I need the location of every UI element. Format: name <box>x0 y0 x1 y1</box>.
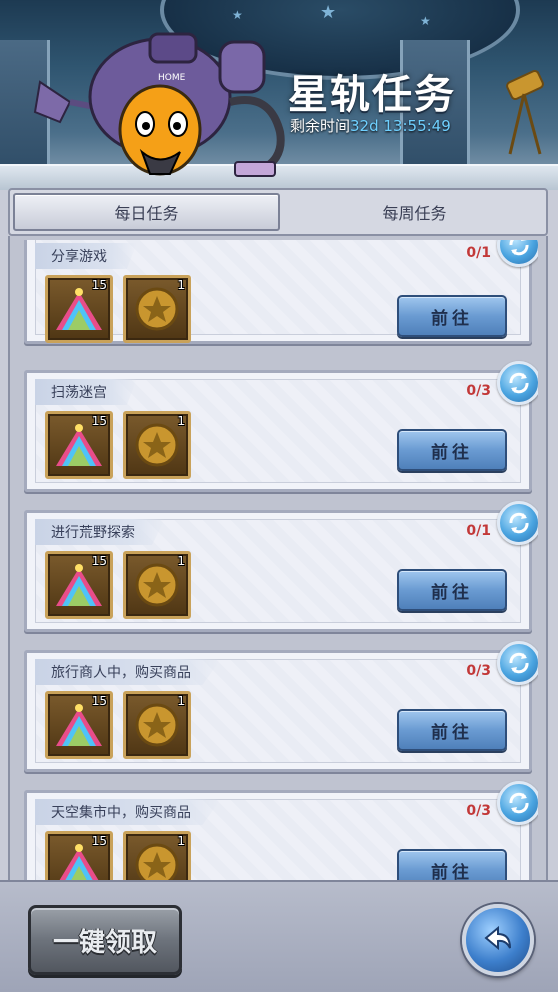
go-button[interactable]: 前往 <box>397 849 507 880</box>
event-header-banner: ★ ★ ★ HOME 星轨任务 剩余时间32d 13:55:49 <box>0 0 558 190</box>
reward-slot[interactable]: 15 <box>45 831 113 880</box>
timer-value: 32d 13:55:49 <box>350 117 451 135</box>
back-arrow-icon <box>484 925 511 951</box>
reward-slot[interactable]: 15 <box>45 275 113 343</box>
reward-count: 15 <box>91 414 107 428</box>
task-progress: 0/3 <box>466 803 491 819</box>
refresh-task-button[interactable] <box>497 501 538 545</box>
claim-all-button[interactable]: 一键领取 <box>28 905 182 975</box>
go-button[interactable]: 前往 <box>397 709 507 751</box>
reward-slot[interactable]: 1 <box>123 831 191 880</box>
telescope-icon <box>506 69 544 155</box>
refresh-task-button[interactable] <box>497 361 538 405</box>
reward-slot[interactable]: 15 <box>45 411 113 479</box>
task-name: 天空集市中，购买商品 <box>35 799 221 825</box>
reward-count: 15 <box>91 834 107 848</box>
reward-slot[interactable]: 15 <box>45 551 113 619</box>
star-icon: ★ <box>420 14 431 28</box>
task-name: 分享游戏 <box>35 243 137 269</box>
task-card: 分享游戏 0/1 15 1 前往 <box>24 240 538 344</box>
star-icon: ★ <box>232 8 243 22</box>
task-name: 扫荡迷宫 <box>35 379 137 405</box>
task-progress: 0/1 <box>466 523 491 539</box>
task-list[interactable]: 分享游戏 0/1 15 1 前往 扫荡迷宫 0/3 15 1 前往 进行荒野探索… <box>22 240 538 880</box>
task-progress: 0/1 <box>466 245 491 261</box>
go-button[interactable]: 前往 <box>397 429 507 471</box>
reward-count: 15 <box>91 278 107 292</box>
refresh-icon <box>509 372 529 394</box>
task-name: 进行荒野探索 <box>35 519 165 545</box>
back-button[interactable] <box>462 904 534 976</box>
reward-count: 1 <box>177 694 185 708</box>
reward-slot[interactable]: 15 <box>45 691 113 759</box>
refresh-icon <box>509 652 529 674</box>
task-card: 扫荡迷宫 0/3 15 1 前往 <box>24 361 538 492</box>
reward-slot[interactable]: 1 <box>123 691 191 759</box>
reward-count: 1 <box>177 414 185 428</box>
refresh-icon <box>509 792 529 814</box>
reward-slot[interactable]: 1 <box>123 275 191 343</box>
go-button[interactable]: 前往 <box>397 569 507 611</box>
reward-slot[interactable]: 1 <box>123 411 191 479</box>
page-title: 星轨任务 <box>288 72 456 118</box>
go-button[interactable]: 前往 <box>397 295 507 337</box>
task-name: 旅行商人中，购买商品 <box>35 659 221 685</box>
refresh-icon <box>509 240 529 256</box>
task-tabs: 每日任务 每周任务 <box>8 188 548 236</box>
robot-mascot-icon: HOME <box>33 32 285 177</box>
task-progress: 0/3 <box>466 383 491 399</box>
task-card: 旅行商人中，购买商品 0/3 15 1 前往 <box>24 641 538 772</box>
tab-daily-tasks[interactable]: 每日任务 <box>13 193 280 231</box>
reward-count: 1 <box>177 278 185 292</box>
refresh-task-button[interactable] <box>497 641 538 685</box>
refresh-icon <box>509 512 529 534</box>
timer-label: 剩余时间 <box>290 117 351 135</box>
tab-weekly-tasks[interactable]: 每周任务 <box>283 190 546 234</box>
reward-count: 15 <box>91 694 107 708</box>
star-icon: ★ <box>320 2 337 23</box>
task-card: 天空集市中，购买商品 0/3 15 1 前往 <box>24 781 538 880</box>
task-card: 进行荒野探索 0/1 15 1 前往 <box>24 501 538 632</box>
reward-count: 1 <box>177 554 185 568</box>
reward-slot[interactable]: 1 <box>123 551 191 619</box>
reward-count: 15 <box>91 554 107 568</box>
svg-text:HOME: HOME <box>158 73 186 83</box>
reward-count: 1 <box>177 834 185 848</box>
event-timer: 剩余时间32d 13:55:49 <box>290 115 451 136</box>
task-progress: 0/3 <box>466 663 491 679</box>
refresh-task-button[interactable] <box>497 781 538 825</box>
